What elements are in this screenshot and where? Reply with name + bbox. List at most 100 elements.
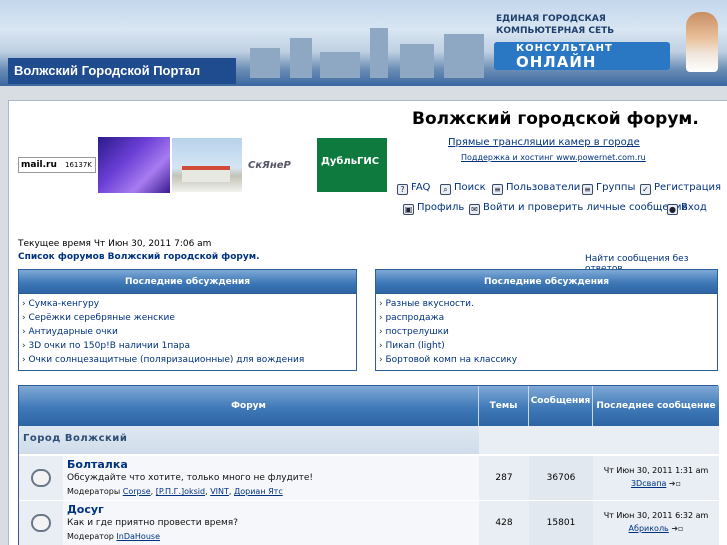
register-icon: ✓ <box>640 184 651 195</box>
latest-item[interactable]: Антиударные очки <box>22 325 356 339</box>
col-forum-label: Форум <box>231 401 266 411</box>
posts-count: 36706 <box>529 456 593 500</box>
latest-item[interactable]: Очки солнцезащитные (поляризационные) дл… <box>22 353 356 367</box>
latest-item[interactable]: 3D очки по 150р!В наличии 1пара <box>22 339 356 353</box>
nav-login-label: Вход <box>681 202 707 213</box>
skyline-building <box>400 44 434 78</box>
nav-profile-label: Профиль <box>417 202 465 213</box>
building-banner[interactable] <box>172 138 242 192</box>
latest-header: Последние обсуждения <box>19 270 356 294</box>
nav-groups-label: Группы <box>596 182 636 193</box>
login-icon: ● <box>667 204 678 215</box>
forum-description: Как и где приятно провести время? <box>67 518 238 528</box>
search-icon: ⌕ <box>440 184 451 195</box>
mailru-count: 16137K <box>65 161 92 169</box>
forum-info-cell: Болталка Обсуждайте что хотите, только м… <box>63 456 479 500</box>
nav-users-label: Пользователи <box>506 182 581 193</box>
forum-index-link[interactable]: Список форумов Волжский городской форум. <box>18 252 260 262</box>
last-post-author[interactable]: 3Dсвапа ➜▫ <box>593 479 719 488</box>
promo-line: КОМПЬЮТЕРНАЯ СЕТЬ <box>496 26 615 36</box>
moderator-link[interactable]: VINT <box>210 487 229 496</box>
cams-link[interactable]: Прямые трансляции камер в городе <box>448 137 640 148</box>
support-link[interactable]: Поддержка и хостинг www.powernet.com.ru <box>461 153 646 162</box>
forums-table: Форум Темы Сообщения Последнее сообщение… <box>18 385 719 545</box>
promo-line: ЕДИНАЯ ГОРОДСКАЯ <box>496 14 606 24</box>
col-posts-label: Сообщения <box>530 396 591 406</box>
forum-moderators: Модераторы Corpse, [P.П.Г.]oksid, VINT, … <box>67 487 283 496</box>
category-title[interactable]: Город Волжский <box>23 433 127 444</box>
nav-register[interactable]: ✓ Регистрация <box>640 182 721 195</box>
col-topics-label: Темы <box>489 401 518 411</box>
nav-login[interactable]: ● Вход <box>667 202 707 215</box>
faq-icon: ? <box>397 184 408 195</box>
profile-icon: ▣ <box>403 204 414 215</box>
users-icon: ≡ <box>492 184 503 195</box>
col-topics-header: Темы <box>479 386 529 426</box>
moderator-link[interactable]: InDaHouse <box>116 532 160 541</box>
nav-messages[interactable]: ✉ Войти и проверить личные сообщения <box>469 202 688 215</box>
latest-item[interactable]: пострелушки <box>379 325 717 339</box>
category-row-filler <box>479 426 719 454</box>
nav-faq[interactable]: ? FAQ <box>397 182 430 195</box>
col-last-header: Последнее сообщение <box>593 386 719 426</box>
last-post-user[interactable]: 3Dсвапа <box>631 479 666 488</box>
latest-item[interactable]: Пикап (light) <box>379 339 717 353</box>
forum-info-cell: Досуг Как и где приятно провести время? … <box>63 501 479 545</box>
mailru-counter[interactable]: mail.ru 16137K <box>18 157 96 173</box>
nav-search-label: Поиск <box>454 182 486 193</box>
forum-name-link[interactable]: Болталка <box>67 458 128 471</box>
latest-item[interactable]: Сумка-кенгуру <box>22 297 356 311</box>
dublgis-banner[interactable]: ДубльГИС <box>317 138 387 192</box>
latest-header: Последние обсуждения <box>376 270 717 294</box>
moderators-label: Модераторы <box>67 487 121 496</box>
groups-icon: ≡ <box>582 184 593 195</box>
skiner-logo[interactable]: СкЯнеР <box>248 160 312 174</box>
latest-item[interactable]: распродажа <box>379 311 717 325</box>
moderator-link[interactable]: Corpse <box>123 487 151 496</box>
latest-discussions-left: Последние обсуждения Сумка-кенгуру Серёж… <box>18 269 357 371</box>
moderator-link[interactable]: Дориан Ятс <box>234 487 283 496</box>
latest-item[interactable]: Бортовой комп на классику <box>379 353 717 367</box>
latest-item[interactable]: Разные вкусности. <box>379 297 717 311</box>
online-consultant-ad[interactable]: ЕДИНАЯ ГОРОДСКАЯ КОМПЬЮТЕРНАЯ СЕТЬ КОНСУ… <box>490 10 720 72</box>
nav-profile[interactable]: ▣ Профиль <box>403 202 464 215</box>
posts-count: 15801 <box>529 501 593 545</box>
nav-messages-label: Войти и проверить личные сообщения <box>483 202 688 213</box>
forum-name-link[interactable]: Досуг <box>67 503 104 516</box>
skyline-building <box>370 28 388 78</box>
mailru-logo: mail.ru <box>21 160 57 170</box>
last-post-date: Чт Июн 30, 2011 1:31 am <box>603 466 709 475</box>
forum-title: Волжский городской форум. <box>412 109 699 129</box>
moderators-label: Модератор <box>67 532 114 541</box>
table-row: Болталка Обсуждайте что хотите, только м… <box>19 455 719 500</box>
latest-item[interactable]: Серёжки серебряные женские <box>22 311 356 325</box>
promo-button[interactable]: КОНСУЛЬТАНТ ОНЛАЙН <box>494 42 670 71</box>
forum-status-cell <box>19 501 63 545</box>
consultant-photo <box>686 12 718 72</box>
skyline-building <box>290 38 312 78</box>
goto-post-icon[interactable]: ➜▫ <box>671 524 683 533</box>
nav-users[interactable]: ≡ Пользователи <box>492 182 580 195</box>
skyline-building <box>250 48 280 78</box>
forum-read-icon <box>31 469 51 487</box>
nav-search[interactable]: ⌕ Поиск <box>440 182 486 195</box>
last-post-author[interactable]: Абриколь ➜▫ <box>593 524 719 533</box>
nav-register-label: Регистрация <box>654 182 722 193</box>
moderator-link[interactable]: [P.П.Г.]oksid <box>156 487 205 496</box>
portal-title[interactable]: Волжский Городской Портал <box>8 58 236 84</box>
purple-banner[interactable] <box>98 137 170 193</box>
last-post-cell: Чт Июн 30, 2011 6:32 am Абриколь ➜▫ <box>593 501 719 545</box>
latest-discussions-right: Последние обсуждения Разные вкусности. р… <box>375 269 718 371</box>
promo-line: ОНЛАЙН <box>516 53 597 71</box>
last-post-user[interactable]: Абриколь <box>629 524 669 533</box>
forum-status-cell <box>19 456 63 500</box>
last-post-date: Чт Июн 30, 2011 6:32 am <box>603 511 709 520</box>
site-banner[interactable]: Волжский Городской Портал ЕДИНАЯ ГОРОДСК… <box>0 0 727 86</box>
forum-moderators: Модератор InDaHouse <box>67 532 160 541</box>
nav-groups[interactable]: ≡ Группы <box>582 182 635 195</box>
dublgis-label: ДубльГИС <box>321 156 380 167</box>
forum-read-icon <box>31 514 51 532</box>
skyline-building <box>444 34 484 78</box>
forum-description: Обсуждайте что хотите, только много не ф… <box>67 473 313 483</box>
goto-post-icon[interactable]: ➜▫ <box>669 479 681 488</box>
